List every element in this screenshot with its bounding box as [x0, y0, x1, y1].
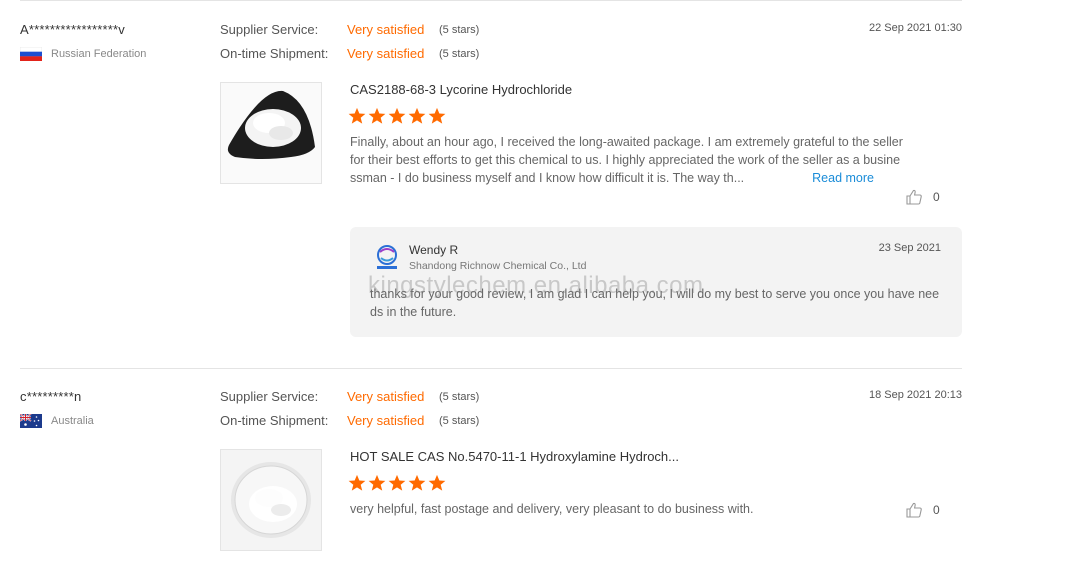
- reviewer-country: Russian Federation: [20, 47, 146, 61]
- product-thumbnail[interactable]: [220, 449, 322, 551]
- australia-flag-icon: [20, 414, 42, 428]
- product-title[interactable]: HOT SALE CAS No.5470-11-1 Hydroxylamine …: [350, 449, 679, 464]
- supplier-service-stars: (5 stars): [439, 24, 480, 36]
- product-title[interactable]: CAS2188-68-3 Lycorine Hydrochloride: [350, 82, 572, 97]
- shipment-label: On-time Shipment:: [220, 413, 329, 428]
- thumbs-up-icon: [906, 189, 922, 205]
- star-icon: [388, 474, 406, 491]
- shipment-stars: (5 stars): [439, 415, 480, 427]
- review-date: 18 Sep 2021 20:13: [869, 389, 962, 401]
- reviewer-country: Australia: [20, 414, 94, 428]
- supplier-service-label: Supplier Service:: [220, 389, 319, 404]
- like-count: 0: [933, 190, 940, 204]
- review-text: Finally, about an hour ago, I received t…: [350, 133, 906, 187]
- review-text: very helpful, fast postage and delivery,…: [350, 502, 754, 516]
- review-date: 22 Sep 2021 01:30: [869, 22, 962, 34]
- top-divider: [20, 0, 962, 1]
- star-icon: [388, 107, 406, 124]
- country-name: Russian Federation: [51, 48, 147, 60]
- shipment-value: Very satisfied: [347, 413, 425, 428]
- shipment-label: On-time Shipment:: [220, 46, 329, 61]
- star-icon: [408, 107, 426, 124]
- russia-flag-icon: [20, 47, 42, 61]
- supplier-service-label: Supplier Service:: [220, 22, 319, 37]
- shipment-value: Very satisfied: [347, 46, 425, 61]
- star-icon: [368, 474, 386, 491]
- review-divider: [20, 368, 962, 369]
- like-button[interactable]: 0: [905, 188, 940, 206]
- star-icon: [428, 107, 446, 124]
- reviewer-name: A*****************v: [20, 22, 125, 37]
- supplier-logo: [372, 244, 402, 272]
- reply-author: Wendy R: [409, 243, 459, 257]
- star-icon: [348, 474, 366, 491]
- product-rating: [348, 107, 446, 125]
- like-count: 0: [933, 503, 940, 517]
- product-thumbnail[interactable]: [220, 82, 322, 184]
- thumbs-up-icon: [906, 502, 922, 518]
- supplier-service-stars: (5 stars): [439, 391, 480, 403]
- supplier-service-value: Very satisfied: [347, 389, 425, 404]
- shipment-stars: (5 stars): [439, 48, 480, 60]
- reply-company: Shandong Richnow Chemical Co., Ltd: [409, 260, 587, 272]
- like-button[interactable]: 0: [905, 501, 940, 519]
- star-icon: [428, 474, 446, 491]
- star-icon: [368, 107, 386, 124]
- reply-text: thanks for your good review, I am glad I…: [370, 287, 940, 319]
- star-icon: [408, 474, 426, 491]
- supplier-reply: Wendy R Shandong Richnow Chemical Co., L…: [350, 227, 962, 337]
- read-more-link[interactable]: Read more: [812, 171, 874, 185]
- country-name: Australia: [51, 415, 94, 427]
- reviewer-name: c*********n: [20, 389, 82, 404]
- reply-date: 23 Sep 2021: [878, 242, 941, 254]
- supplier-service-value: Very satisfied: [347, 22, 425, 37]
- product-rating: [348, 474, 446, 492]
- star-icon: [348, 107, 366, 124]
